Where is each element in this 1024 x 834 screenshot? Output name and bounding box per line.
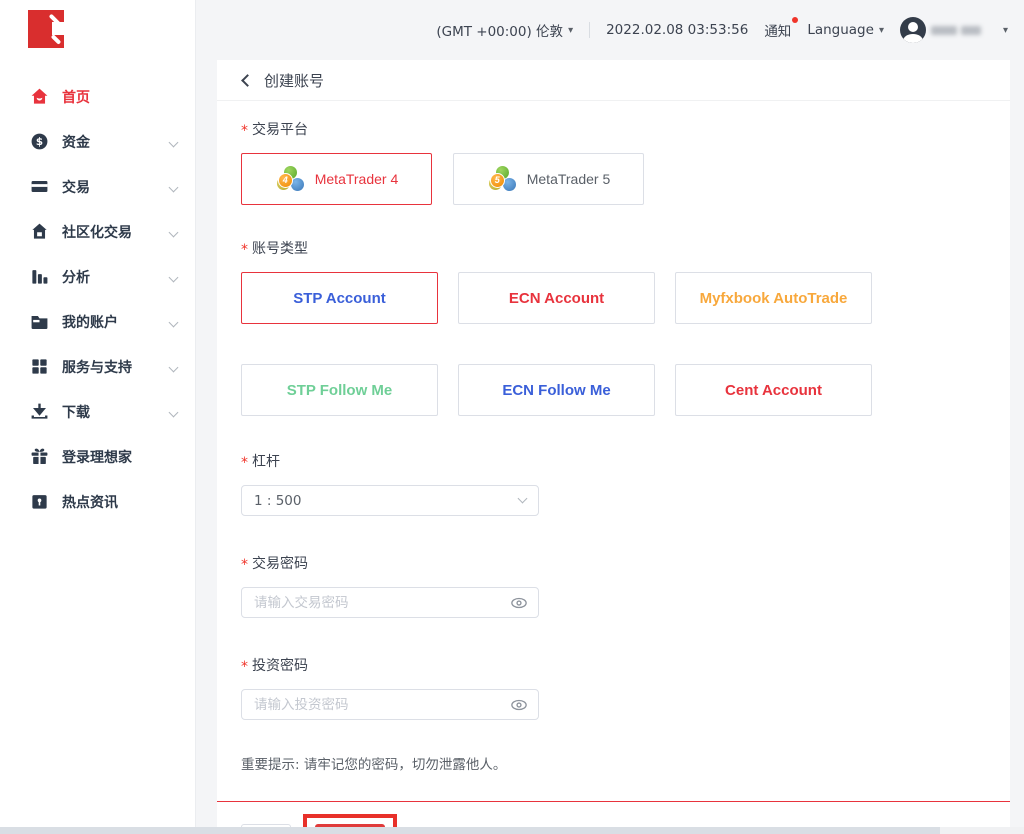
notifications-label: 通知 <box>764 24 791 40</box>
horizontal-scrollbar[interactable] <box>0 827 1024 834</box>
metatrader5-logo-icon: 5 <box>487 166 517 193</box>
account-type-myfxbook-autotrade[interactable]: Myfxbook AutoTrade <box>675 272 872 324</box>
sidebar-item-trade[interactable]: 交易 <box>0 164 195 209</box>
sidebar-item-label: 社区化交易 <box>62 222 132 242</box>
topbar: (GMT +00:00) 伦敦 ▾ 2022.02.08 03:53:56 通知… <box>196 0 1024 60</box>
avatar <box>900 17 926 43</box>
chevron-down-icon <box>170 179 177 195</box>
sidebar-item-label: 下载 <box>62 402 90 422</box>
server-datetime: 2022.02.08 03:53:56 <box>606 22 748 38</box>
sidebar-item-analysis[interactable]: 分析 <box>0 254 195 299</box>
sidebar-item-label: 登录理想家 <box>62 447 132 467</box>
scrollbar-thumb[interactable] <box>0 827 940 834</box>
create-account-card: 创建账号 * 交易平台 4 MetaTrader 4 5 MetaTrader … <box>217 60 1010 827</box>
leverage-label: * 杠杆 <box>241 451 986 471</box>
trade-password-label: * 交易密码 <box>241 553 986 573</box>
caret-down-icon: ▾ <box>879 25 884 36</box>
sidebar-item-ideal-home-login[interactable]: 登录理想家 <box>0 434 195 479</box>
eye-icon[interactable] <box>510 696 528 714</box>
sidebar-item-funds[interactable]: $ 资金 <box>0 119 195 164</box>
sidebar-item-label: 首页 <box>62 87 90 107</box>
caret-down-icon: ▾ <box>568 25 573 36</box>
account-type-label: * 账号类型 <box>241 238 986 258</box>
sidebar-item-download[interactable]: 下载 <box>0 389 195 434</box>
download-icon <box>30 402 49 421</box>
page-title: 创建账号 <box>264 70 324 91</box>
sidebar-item-support[interactable]: 服务与支持 <box>0 344 195 389</box>
gift-icon <box>30 447 49 466</box>
home-icon <box>30 87 49 106</box>
account-type-stp-follow-me[interactable]: STP Follow Me <box>241 364 438 416</box>
username-redacted <box>931 26 981 35</box>
platform-option-mt4[interactable]: 4 MetaTrader 4 <box>241 153 432 205</box>
chevron-down-icon <box>170 269 177 285</box>
topbar-divider <box>589 22 590 38</box>
timezone-label: (GMT +00:00) 伦敦 <box>436 20 563 40</box>
accounts-icon <box>30 312 49 331</box>
account-type-stp[interactable]: STP Account <box>241 272 438 324</box>
analysis-icon <box>30 267 49 286</box>
leverage-select[interactable]: 1 : 500 <box>241 485 539 516</box>
metatrader4-logo-icon: 4 <box>275 166 305 193</box>
required-asterisk: * <box>241 123 248 139</box>
invest-password-label: * 投资密码 <box>241 655 986 675</box>
language-selector[interactable]: Language ▾ <box>807 22 884 38</box>
support-icon <box>30 357 49 376</box>
sidebar-item-label: 服务与支持 <box>62 357 132 377</box>
sidebar-item-label: 交易 <box>62 177 90 197</box>
trade-password-box <box>241 587 539 618</box>
invest-password-input[interactable] <box>254 697 510 713</box>
platform-option-mt5[interactable]: 5 MetaTrader 5 <box>453 153 644 205</box>
chevron-down-icon <box>170 359 177 375</box>
account-type-grid: STP Account ECN Account Myfxbook AutoTra… <box>241 272 986 416</box>
language-label: Language <box>807 22 874 38</box>
notifications-button[interactable]: 通知 <box>764 20 791 40</box>
page-header: 创建账号 <box>217 60 1010 101</box>
sidebar-item-home[interactable]: 首页 <box>0 74 195 119</box>
footer-divider <box>217 801 1010 802</box>
account-type-ecn-follow-me[interactable]: ECN Follow Me <box>458 364 655 416</box>
invest-password-box <box>241 689 539 720</box>
required-asterisk: * <box>241 242 248 258</box>
sidebar-item-community-trade[interactable]: 社区化交易 <box>0 209 195 254</box>
chevron-down-icon <box>170 404 177 420</box>
platform-option-label: MetaTrader 4 <box>315 171 399 187</box>
trade-icon <box>30 177 49 196</box>
sidebar-item-label: 分析 <box>62 267 90 287</box>
required-asterisk: * <box>241 557 248 573</box>
news-icon <box>30 492 49 511</box>
sidebar: 首页 $ 资金 交易 社区化交易 分析 <box>0 0 196 827</box>
platform-option-label: MetaTrader 5 <box>527 171 611 187</box>
required-asterisk: * <box>241 659 248 675</box>
leverage-value: 1 : 500 <box>254 493 302 509</box>
required-asterisk: * <box>241 455 248 471</box>
svg-text:$: $ <box>36 136 43 148</box>
funds-icon: $ <box>30 132 49 151</box>
eye-icon[interactable] <box>510 594 528 612</box>
sidebar-item-hot-news[interactable]: 热点资讯 <box>0 479 195 524</box>
sidebar-item-my-accounts[interactable]: 我的账户 <box>0 299 195 344</box>
timezone-selector[interactable]: (GMT +00:00) 伦敦 ▾ <box>436 20 573 40</box>
sidebar-item-label: 我的账户 <box>62 312 118 332</box>
sidebar-menu: 首页 $ 资金 交易 社区化交易 分析 <box>0 74 195 524</box>
brand-logo[interactable] <box>28 10 64 48</box>
user-menu[interactable] <box>900 17 981 43</box>
sidebar-item-label: 资金 <box>62 132 90 152</box>
chevron-down-icon <box>170 224 177 240</box>
account-type-ecn[interactable]: ECN Account <box>458 272 655 324</box>
password-note: 重要提示: 请牢记您的密码，切勿泄露他人。 <box>241 753 986 773</box>
chevron-down-icon <box>518 494 528 504</box>
chevron-down-icon <box>170 134 177 150</box>
account-type-cent[interactable]: Cent Account <box>675 364 872 416</box>
notification-dot <box>792 17 798 23</box>
chevron-down-icon <box>170 314 177 330</box>
back-icon[interactable] <box>241 74 254 87</box>
platform-label: * 交易平台 <box>241 119 986 139</box>
trade-password-input[interactable] <box>254 595 510 611</box>
community-icon <box>30 222 49 241</box>
sidebar-item-label: 热点资讯 <box>62 492 118 512</box>
user-menu-caret-icon[interactable]: ▾ <box>1003 25 1008 36</box>
